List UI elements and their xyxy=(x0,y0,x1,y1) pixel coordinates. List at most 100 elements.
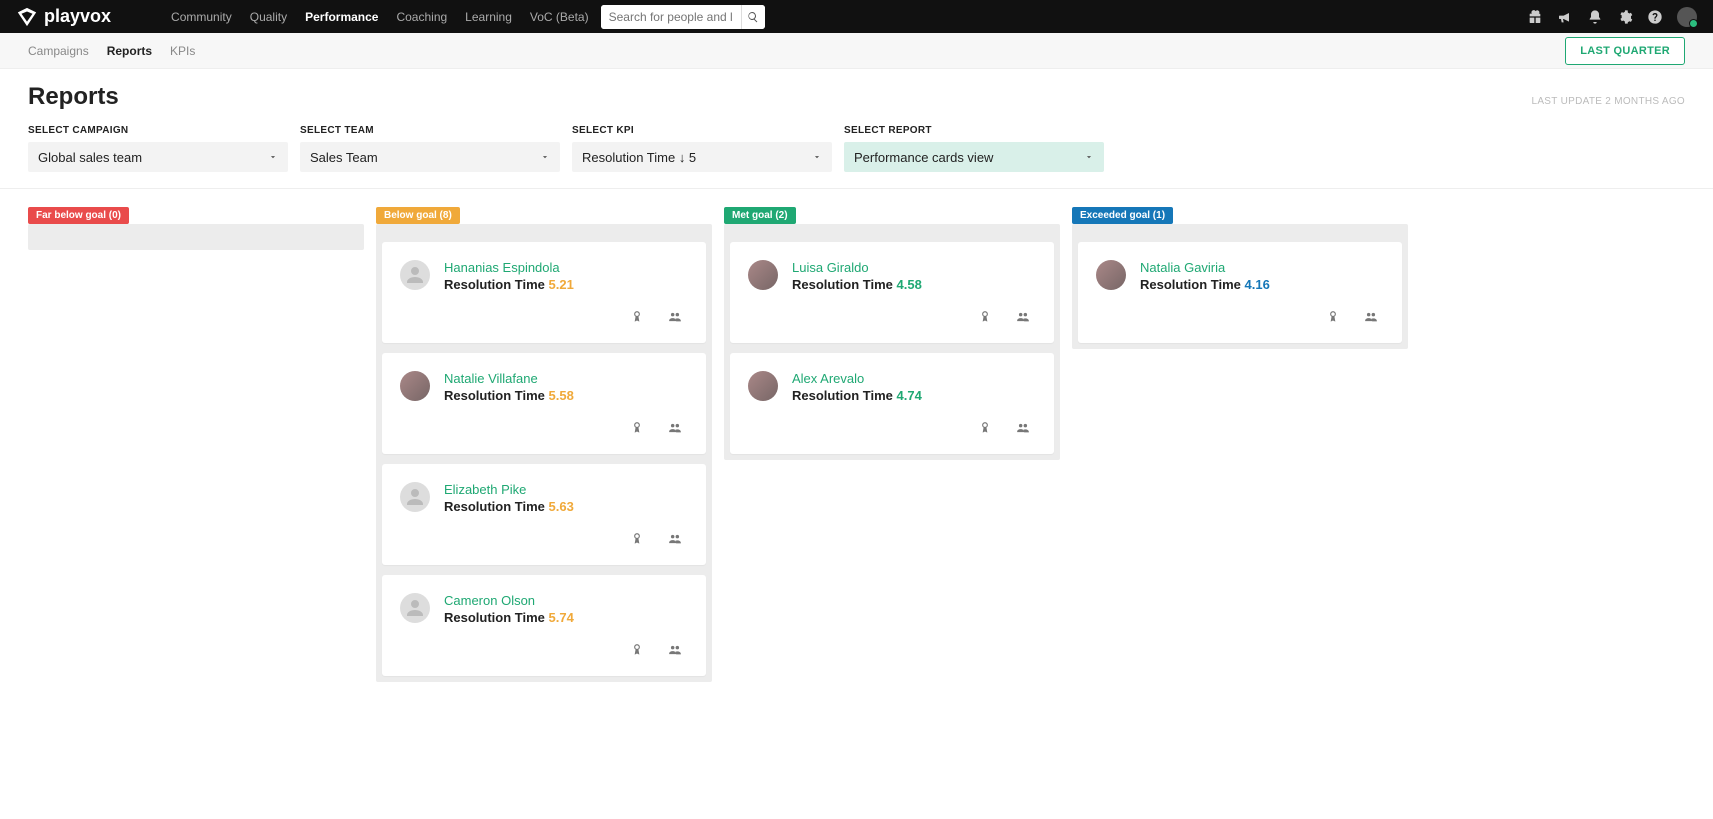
card-actions xyxy=(400,310,688,329)
card-metric: Resolution Time 5.63 xyxy=(444,499,574,514)
period-button[interactable]: LAST QUARTER xyxy=(1565,37,1685,65)
filter-label: SELECT CAMPAIGN xyxy=(28,125,288,136)
sub-nav-item[interactable]: Reports xyxy=(107,44,152,58)
card-metric: Resolution Time 4.74 xyxy=(792,388,922,403)
card-name[interactable]: Alex Arevalo xyxy=(792,371,922,386)
avatar xyxy=(1096,260,1126,290)
award-icon[interactable] xyxy=(630,421,644,440)
help-icon[interactable] xyxy=(1647,9,1663,25)
search-input[interactable] xyxy=(601,5,741,29)
sub-nav-links: Campaigns Reports KPIs xyxy=(28,44,195,58)
top-nav-item[interactable]: Quality xyxy=(250,10,287,24)
gear-icon[interactable] xyxy=(1617,9,1633,25)
megaphone-icon[interactable] xyxy=(1557,9,1573,25)
sub-nav: Campaigns Reports KPIs LAST QUARTER xyxy=(0,33,1713,69)
column-pill: Exceeded goal (1) xyxy=(1072,207,1173,224)
filters-row: SELECT CAMPAIGN Global sales team SELECT… xyxy=(28,125,1685,188)
column-pill: Far below goal (0) xyxy=(28,207,129,224)
coaching-icon[interactable] xyxy=(1016,310,1030,329)
award-icon[interactable] xyxy=(630,643,644,662)
card-actions xyxy=(400,421,688,440)
chevron-down-icon xyxy=(268,152,278,162)
card-name[interactable]: Elizabeth Pike xyxy=(444,482,574,497)
coaching-icon[interactable] xyxy=(668,421,682,440)
filter-kpi: SELECT KPI Resolution Time ↓ 5 xyxy=(572,125,832,172)
card-name[interactable]: Luisa Giraldo xyxy=(792,260,922,275)
logo-mark-icon xyxy=(16,6,38,28)
brand-logo[interactable]: playvox xyxy=(16,6,111,28)
performance-card[interactable]: Hananias EspindolaResolution Time 5.21 xyxy=(382,242,706,343)
card-name[interactable]: Hananias Espindola xyxy=(444,260,574,275)
award-icon[interactable] xyxy=(1326,310,1340,329)
page-content: Reports LAST UPDATE 2 MONTHS AGO SELECT … xyxy=(0,69,1713,188)
select-value: Sales Team xyxy=(310,150,378,165)
card-metric: Resolution Time 5.74 xyxy=(444,610,574,625)
top-nav-item[interactable]: Learning xyxy=(465,10,512,24)
top-nav: playvox Community Quality Performance Coach… xyxy=(0,0,1713,33)
card-name[interactable]: Natalie Villafane xyxy=(444,371,574,386)
avatar xyxy=(748,371,778,401)
select-value: Performance cards view xyxy=(854,150,993,165)
last-update: LAST UPDATE 2 MONTHS AGO xyxy=(1531,96,1685,107)
avatar xyxy=(748,260,778,290)
card-name[interactable]: Cameron Olson xyxy=(444,593,574,608)
bell-icon[interactable] xyxy=(1587,9,1603,25)
award-icon[interactable] xyxy=(630,310,644,329)
team-select[interactable]: Sales Team xyxy=(300,142,560,172)
board-column-met: Met goal (2) Luisa Giraldo Resolution Time… xyxy=(724,205,1060,460)
avatar xyxy=(400,371,430,401)
board-column-far_below: Far below goal (0) xyxy=(28,205,364,250)
filter-label: SELECT REPORT xyxy=(844,125,1104,136)
sub-nav-item[interactable]: KPIs xyxy=(170,44,195,58)
column-body xyxy=(28,224,364,250)
performance-board: Far below goal (0) Below goal (8)Hananias… xyxy=(0,189,1713,698)
coaching-icon[interactable] xyxy=(668,532,682,551)
top-nav-item[interactable]: Performance xyxy=(305,10,378,24)
gift-icon[interactable] xyxy=(1527,9,1543,25)
board-column-below: Below goal (8)Hananias EspindolaResoluti… xyxy=(376,205,712,682)
card-metric: Resolution Time 5.58 xyxy=(444,388,574,403)
user-avatar[interactable] xyxy=(1677,7,1697,27)
column-pill: Met goal (2) xyxy=(724,207,796,224)
award-icon[interactable] xyxy=(978,310,992,329)
performance-card[interactable]: Luisa Giraldo Resolution Time 4.58 xyxy=(730,242,1054,343)
performance-card[interactable]: Elizabeth Pike Resolution Time 5.63 xyxy=(382,464,706,565)
kpi-select[interactable]: Resolution Time ↓ 5 xyxy=(572,142,832,172)
filter-label: SELECT KPI xyxy=(572,125,832,136)
campaign-select[interactable]: Global sales team xyxy=(28,142,288,172)
sub-nav-item[interactable]: Campaigns xyxy=(28,44,89,58)
avatar xyxy=(400,593,430,623)
performance-card[interactable]: Natalie Villafane Resolution Time 5.58 xyxy=(382,353,706,454)
filter-campaign: SELECT CAMPAIGN Global sales team xyxy=(28,125,288,172)
card-metric: Resolution Time 4.58 xyxy=(792,277,922,292)
top-nav-right xyxy=(1527,7,1697,27)
top-nav-item[interactable]: VoC (Beta) xyxy=(530,10,589,24)
award-icon[interactable] xyxy=(630,532,644,551)
search-icon xyxy=(747,11,759,23)
card-name[interactable]: Natalia Gaviria xyxy=(1140,260,1270,275)
card-actions xyxy=(748,310,1036,329)
coaching-icon[interactable] xyxy=(1364,310,1378,329)
top-nav-item[interactable]: Coaching xyxy=(396,10,447,24)
coaching-icon[interactable] xyxy=(1016,421,1030,440)
avatar xyxy=(400,260,430,290)
search-button[interactable] xyxy=(741,5,765,29)
coaching-icon[interactable] xyxy=(668,310,682,329)
card-actions xyxy=(748,421,1036,440)
select-value: Resolution Time ↓ 5 xyxy=(582,150,696,165)
avatar xyxy=(400,482,430,512)
performance-card[interactable]: Cameron Olson Resolution Time 5.74 xyxy=(382,575,706,676)
report-select[interactable]: Performance cards view xyxy=(844,142,1104,172)
performance-card[interactable]: Alex Arevalo Resolution Time 4.74 xyxy=(730,353,1054,454)
brand-name: playvox xyxy=(44,6,111,27)
card-actions xyxy=(400,643,688,662)
global-search[interactable] xyxy=(601,5,765,29)
performance-card[interactable]: Natalia Gaviria Resolution Time 4.16 xyxy=(1078,242,1402,343)
board-column-exceeded: Exceeded goal (1) Natalia Gaviria Resoluti… xyxy=(1072,205,1408,349)
card-metric: Resolution Time 4.16 xyxy=(1140,277,1270,292)
top-nav-item[interactable]: Community xyxy=(171,10,232,24)
chevron-down-icon xyxy=(1084,152,1094,162)
coaching-icon[interactable] xyxy=(668,643,682,662)
select-value: Global sales team xyxy=(38,150,142,165)
award-icon[interactable] xyxy=(978,421,992,440)
